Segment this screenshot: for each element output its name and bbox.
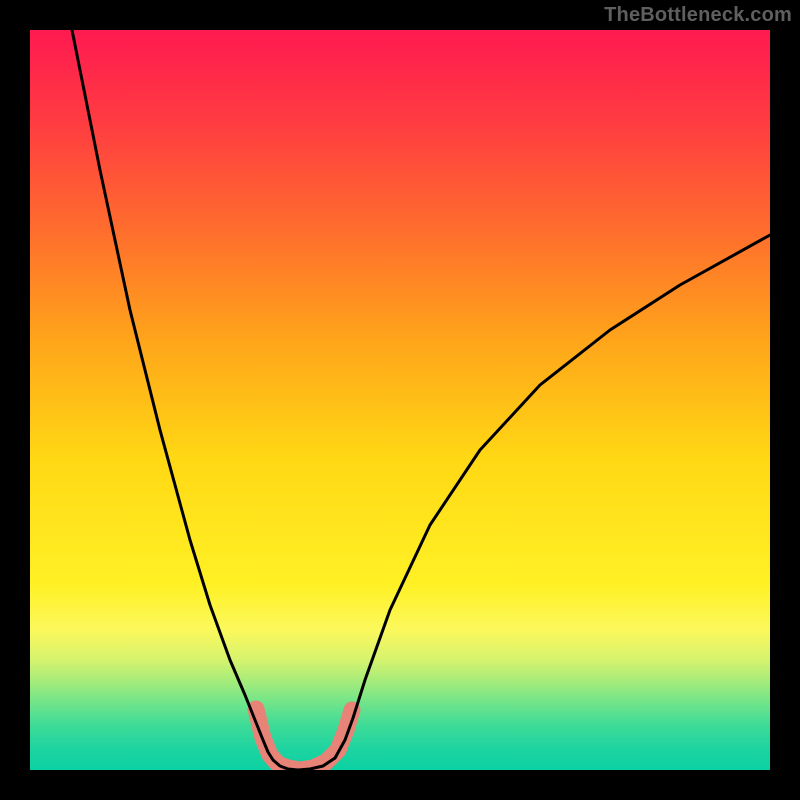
curve-right-branch [335,235,770,758]
valley-highlight [256,709,352,770]
watermark-text: TheBottleneck.com [604,4,792,27]
curve-left-branch [72,30,335,770]
chart-svg [30,30,770,770]
